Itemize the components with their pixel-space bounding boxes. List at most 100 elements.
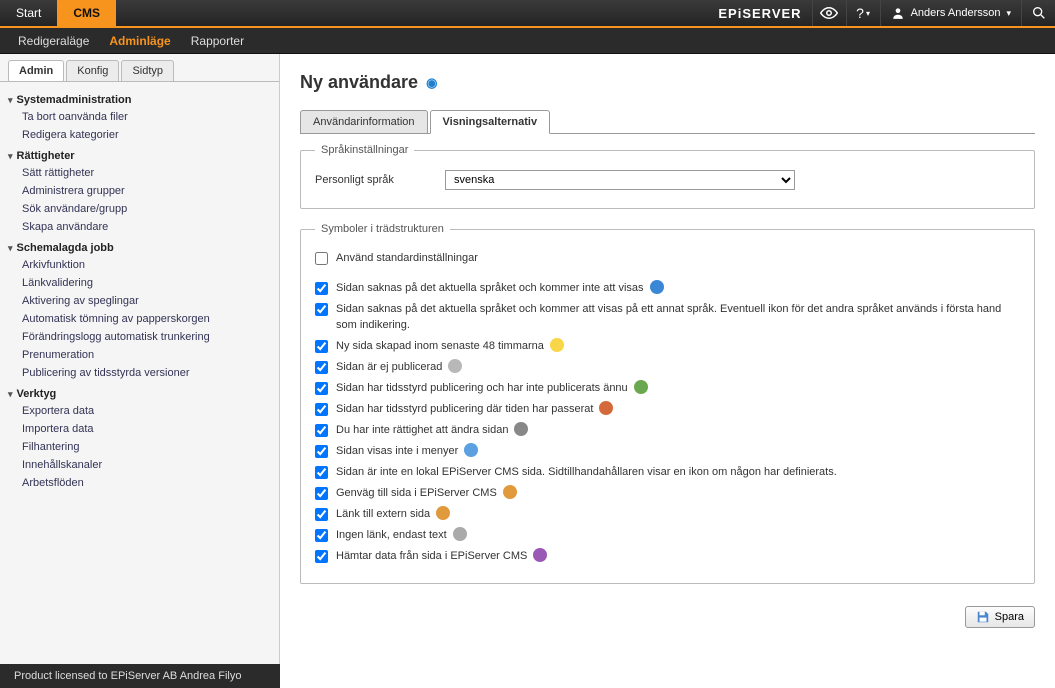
sidebar-item[interactable]: Publicering av tidsstyrda versioner xyxy=(0,364,279,382)
menu-bar: Redigeraläge Adminläge Rapporter xyxy=(0,28,1055,54)
sidebar-item[interactable]: Ta bort oanvända filer xyxy=(0,108,279,126)
chevron-down-icon: ▾ xyxy=(8,95,13,106)
checkbox-tree-symbol[interactable] xyxy=(315,508,328,521)
menu-edit-mode[interactable]: Redigeraläge xyxy=(8,34,99,48)
checkbox-tree-symbol[interactable] xyxy=(315,282,328,295)
chevron-down-icon: ▾ xyxy=(8,151,13,162)
sidebar-item[interactable]: Aktivering av speglingar xyxy=(0,292,279,310)
sidebar-item[interactable]: Importera data xyxy=(0,420,279,438)
sidebar-item[interactable]: Filhantering xyxy=(0,438,279,456)
symbol-icon xyxy=(599,401,613,415)
sidebar-item[interactable]: Arkivfunktion xyxy=(0,256,279,274)
sidebar-group-tools[interactable]: ▾ Verktyg xyxy=(0,382,279,402)
tree-symbol-row: Sidan är inte en lokal EPiServer CMS sid… xyxy=(315,464,1020,480)
sidebar-group-label: Systemadministration xyxy=(17,94,132,106)
checkbox-tree-symbol[interactable] xyxy=(315,424,328,437)
sidebar-group-label: Rättigheter xyxy=(17,150,75,162)
top-tab-start[interactable]: Start xyxy=(0,0,57,26)
chevron-down-icon: ▾ xyxy=(8,389,13,400)
tab-display-options[interactable]: Visningsalternativ xyxy=(430,110,551,134)
symbol-icon xyxy=(464,443,478,457)
sidebar-item[interactable]: Arbetsflöden xyxy=(0,474,279,492)
checkbox-tree-symbol[interactable] xyxy=(315,382,328,395)
sidebar-group-sched[interactable]: ▾Schemalagda jobb xyxy=(0,236,279,256)
sidebar: Admin Konfig Sidtyp ▾ Systemadministratio… xyxy=(0,54,280,664)
help-icon[interactable]: ◉ xyxy=(426,75,437,91)
sidebar-item[interactable]: Sök användare/grupp xyxy=(0,200,279,218)
sidebar-group-label: Verktyg xyxy=(17,388,57,400)
menu-reports[interactable]: Rapporter xyxy=(181,34,254,48)
sidebar-item[interactable]: Länkvalidering xyxy=(0,274,279,292)
tree-symbol-row: Sidan visas inte i menyer xyxy=(315,443,1020,459)
checkbox-tree-symbol[interactable] xyxy=(315,361,328,374)
checkbox-tree-symbol[interactable] xyxy=(315,466,328,479)
tree-symbol-row: Hämtar data från sida i EPiServer CMS xyxy=(315,548,1020,564)
checkbox-tree-symbol[interactable] xyxy=(315,529,328,542)
checkbox-tree-symbol[interactable] xyxy=(315,303,328,316)
sidebar-item[interactable]: Exportera data xyxy=(0,402,279,420)
content-tabs: Användarinformation Visningsalternativ xyxy=(300,109,1035,134)
footer-license: Product licensed to EPiServer AB Andrea … xyxy=(0,664,280,688)
sidebar-tabs: Admin Konfig Sidtyp xyxy=(0,60,279,82)
sidebar-item[interactable]: Innehållskanaler xyxy=(0,456,279,474)
symbol-icon xyxy=(634,380,648,394)
user-name: Anders Andersson xyxy=(911,7,1001,19)
tab-user-info[interactable]: Användarinformation xyxy=(300,110,428,134)
tree-symbol-label: Sidan har tidsstyrd publicering och har … xyxy=(336,380,628,396)
sidebar-tab-admin[interactable]: Admin xyxy=(8,60,64,81)
checkbox-tree-symbol[interactable] xyxy=(315,403,328,416)
menu-admin-mode[interactable]: Adminläge xyxy=(99,34,180,48)
sidebar-item[interactable]: Administrera grupper xyxy=(0,182,279,200)
tree-symbol-label: Sidan är inte en lokal EPiServer CMS sid… xyxy=(336,464,837,480)
tree-symbol-label: Ingen länk, endast text xyxy=(336,527,447,543)
content-area: Ny användare ◉ Användarinformation Visni… xyxy=(280,54,1055,664)
symbol-icon xyxy=(533,548,547,562)
page-title: Ny användare ◉ xyxy=(300,72,1035,93)
tree-symbol-row: Sidan saknas på det aktuella språket och… xyxy=(315,301,1020,333)
save-button-label: Spara xyxy=(995,611,1024,623)
checkbox-use-default[interactable] xyxy=(315,252,328,265)
sidebar-item[interactable]: Prenumeration xyxy=(0,346,279,364)
sidebar-item[interactable]: Automatisk tömning av papperskorgen xyxy=(0,310,279,328)
tree-symbol-label: Du har inte rättighet att ändra sidan xyxy=(336,422,508,438)
checkbox-tree-symbol[interactable] xyxy=(315,340,328,353)
sidebar-item[interactable]: Skapa användare xyxy=(0,218,279,236)
help-icon[interactable]: ? ▾ xyxy=(846,0,880,26)
user-menu[interactable]: Anders Andersson ▾ xyxy=(880,0,1021,26)
checkbox-tree-symbol[interactable] xyxy=(315,445,328,458)
sidebar-group-sysadmin[interactable]: ▾ Systemadministration xyxy=(0,88,279,108)
checkbox-tree-symbol[interactable] xyxy=(315,487,328,500)
symbol-icon xyxy=(550,338,564,352)
brand-logo: EPiSERVER xyxy=(708,0,811,26)
select-personal-language[interactable]: svenska xyxy=(445,170,795,190)
sidebar-item[interactable]: Redigera kategorier xyxy=(0,126,279,144)
label-use-default: Använd standardinställningar xyxy=(336,250,478,266)
legend-language: Språkinställningar xyxy=(315,144,414,156)
tree-symbol-row: Sidan har tidsstyrd publicering och har … xyxy=(315,380,1020,396)
save-button[interactable]: Spara xyxy=(965,606,1035,628)
symbol-icon xyxy=(650,280,664,294)
sidebar-tab-sidtyp[interactable]: Sidtyp xyxy=(121,60,174,81)
search-icon[interactable] xyxy=(1021,0,1055,26)
eye-icon[interactable] xyxy=(812,0,846,26)
sidebar-item[interactable]: Sätt rättigheter xyxy=(0,164,279,182)
save-icon xyxy=(976,610,990,624)
tree-symbol-label: Sidan saknas på det aktuella språket och… xyxy=(336,301,1020,333)
tree-symbol-label: Hämtar data från sida i EPiServer CMS xyxy=(336,548,527,564)
tree-symbol-row: Sidan har tidsstyrd publicering där tide… xyxy=(315,401,1020,417)
label-personal-language: Personligt språk xyxy=(315,174,445,186)
tree-symbol-label: Sidan är ej publicerad xyxy=(336,359,442,375)
checkbox-tree-symbol[interactable] xyxy=(315,550,328,563)
sidebar-group-label: Schemalagda jobb xyxy=(17,242,114,254)
sidebar-item[interactable]: Förändringslogg automatisk trunkering xyxy=(0,328,279,346)
tree-symbol-label: Länk till extern sida xyxy=(336,506,430,522)
chevron-down-icon: ▾ xyxy=(1006,8,1011,19)
top-tab-cms[interactable]: CMS xyxy=(57,0,116,26)
legend-tree-symbols: Symboler i trädstrukturen xyxy=(315,223,450,235)
tree-symbol-row: Du har inte rättighet att ändra sidan xyxy=(315,422,1020,438)
tree-symbol-label: Sidan har tidsstyrd publicering där tide… xyxy=(336,401,593,417)
tree-symbol-label: Sidan saknas på det aktuella språket och… xyxy=(336,280,644,296)
sidebar-group-rights[interactable]: ▾ Rättigheter xyxy=(0,144,279,164)
symbol-icon xyxy=(448,359,462,373)
sidebar-tab-konfig[interactable]: Konfig xyxy=(66,60,119,81)
